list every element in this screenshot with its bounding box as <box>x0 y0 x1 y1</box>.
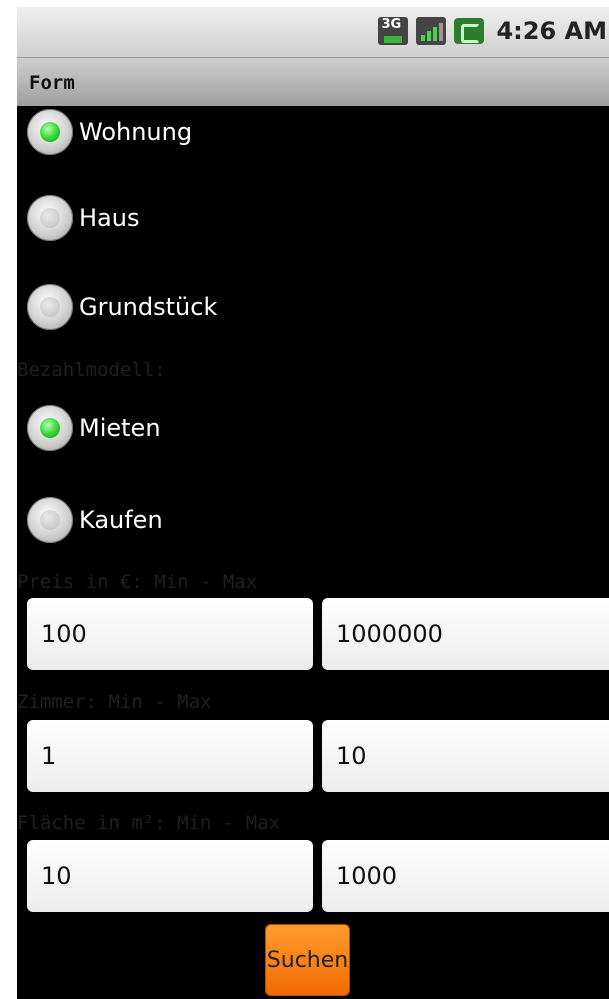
area-min-input[interactable]: 10 <box>27 840 313 912</box>
status-icons: 3G 4:26 AM <box>378 17 609 45</box>
title-bar: Form <box>17 58 609 106</box>
radio-label: Grundstück <box>79 293 218 321</box>
price-max-input[interactable]: 1000000 <box>322 598 609 670</box>
radio-kaufen[interactable]: Kaufen <box>27 490 163 550</box>
radio-label: Haus <box>79 204 140 232</box>
radio-label: Mieten <box>79 414 161 442</box>
search-button[interactable]: Suchen <box>265 924 350 996</box>
radio-button[interactable] <box>27 195 73 241</box>
price-min-input[interactable]: 100 <box>27 598 313 670</box>
area-label: Fläche in m²: Min - Max <box>17 812 281 834</box>
3g-icon: 3G <box>378 17 409 45</box>
radio-mieten[interactable]: Mieten <box>27 398 161 458</box>
battery-icon <box>454 18 485 44</box>
radio-button[interactable] <box>27 284 73 330</box>
page-title: Form <box>29 72 75 94</box>
radio-label: Kaufen <box>79 506 163 534</box>
price-label: Preis in €: Min - Max <box>17 571 258 593</box>
status-bar: 3G 4:26 AM <box>17 7 609 58</box>
area-max-input[interactable]: 1000 <box>322 840 609 912</box>
phone-screen: 3G 4:26 AM Form Wohnung Haus Grundstück … <box>17 7 609 999</box>
rooms-min-input[interactable]: 1 <box>27 720 313 792</box>
signal-icon <box>416 17 447 45</box>
rooms-max-input[interactable]: 10 <box>322 720 609 792</box>
form-content: Wohnung Haus Grundstück Bezahlmodell: Mi… <box>17 106 609 999</box>
radio-label: Wohnung <box>79 118 193 146</box>
radio-button[interactable] <box>27 497 73 543</box>
rooms-label: Zimmer: Min - Max <box>17 691 212 713</box>
radio-button-checked[interactable] <box>27 405 73 451</box>
network-type-label: 3G <box>381 17 402 32</box>
radio-button-checked[interactable] <box>27 109 73 155</box>
radio-wohnung[interactable]: Wohnung <box>27 106 192 162</box>
radio-haus[interactable]: Haus <box>27 188 139 248</box>
payment-model-label: Bezahlmodell: <box>17 359 166 381</box>
clock: 4:26 AM <box>496 17 607 45</box>
radio-grundstueck[interactable]: Grundstück <box>27 277 217 337</box>
